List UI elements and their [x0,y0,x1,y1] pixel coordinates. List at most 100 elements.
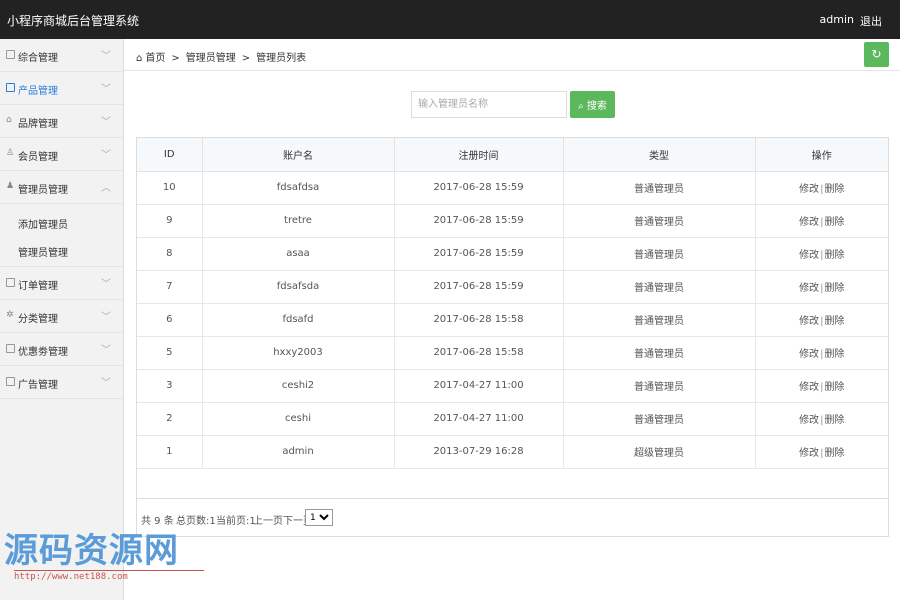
sidebar-item-coupons[interactable]: 优惠劵管理 ﹀ [0,333,123,366]
cog-icon: ✲ [6,310,14,320]
action-separator: | [820,217,824,228]
cell-name: admin [202,435,395,469]
image-icon [6,83,15,92]
cell-time: 2017-06-28 15:59 [394,270,564,304]
table-row: 2 ceshi 2017-04-27 11:00 普通管理员 修改|删除 [137,402,888,436]
sidebar: 综合管理 ﹀ 产品管理 ﹀ ⌂ 品牌管理 ﹀ ♙ 会员管理 ﹀ ♟ 管理员管理 … [0,39,124,600]
table-body: 10 fdsafdsa 2017-06-28 15:59 普通管理员 修改|删除 9 tre… [137,171,888,469]
column-header-type: 类型 [563,138,756,172]
shop-icon: ⌂ [6,115,12,125]
cell-time: 2017-06-28 15:58 [394,336,564,370]
breadcrumb-home[interactable]: 首页 [145,53,165,64]
table-row: 3 ceshi2 2017-04-27 11:00 普通管理员 修改|删除 [137,369,888,403]
ad-icon [6,377,15,386]
refresh-button[interactable]: ↻ [864,42,889,67]
edit-link[interactable]: 修改 [799,250,819,261]
cell-type: 普通管理员 [563,402,756,436]
cell-type: 普通管理员 [563,336,756,370]
search-button-label: 搜索 [586,101,607,112]
home-icon: ⌂ [136,53,143,64]
cell-actions: 修改|删除 [755,369,888,403]
pager-prev-next[interactable]: 上一页下一页 [253,512,313,527]
action-separator: | [820,283,824,294]
delete-link[interactable]: 删除 [824,349,844,360]
breadcrumb-level2: 管理员列表 [256,53,307,64]
pager-pages: 总页数:1 [176,516,216,527]
cell-id: 6 [137,303,203,337]
sidebar-item-general[interactable]: 综合管理 ﹀ [0,39,123,72]
edit-link[interactable]: 修改 [799,349,819,360]
delete-link[interactable]: 删除 [824,316,844,327]
chevron-down-icon: ﹀ [101,51,111,62]
sidebar-item-categories[interactable]: ✲ 分类管理 ﹀ [0,300,123,333]
cell-time: 2017-06-28 15:58 [394,303,564,337]
edit-link[interactable]: 修改 [799,217,819,228]
cell-actions: 修改|删除 [755,336,888,370]
sidebar-item-orders[interactable]: 订单管理 ﹀ [0,267,123,300]
sidebar-item-products[interactable]: 产品管理 ﹀ [0,72,123,105]
search-button[interactable]: ⌕ 搜索 [570,91,615,118]
delete-link[interactable]: 删除 [824,217,844,228]
sidebar-item-label: 广告管理 [18,380,58,391]
admin-user-icon: ♟ [6,181,15,191]
main-content: ⌂首页 > 管理员管理 > 管理员列表 ↻ ⌕ 搜索 ID 账户名 注册时间 类型 操作… [124,39,900,600]
sidebar-item-label: 订单管理 [18,281,58,292]
cell-time: 2017-04-27 11:00 [394,369,564,403]
watermark-logo: 源码资源网 [4,531,179,571]
pager-total: 共 9 条 [141,516,174,527]
column-header-time: 注册时间 [394,138,564,172]
edit-link[interactable]: 修改 [799,382,819,393]
edit-link[interactable]: 修改 [799,448,819,459]
breadcrumb: ⌂ 首页 > 管理员管理 > 管理员列表 [136,49,306,64]
sidebar-item-members[interactable]: ♙ 会员管理 ﹀ [0,138,123,171]
sidebar-subitem-admin-manage[interactable]: 管理员管理 [0,236,123,264]
cell-name: asaa [202,237,395,271]
chevron-down-icon: ﹀ [101,345,111,356]
logout-link[interactable]: 退出 [860,13,882,29]
action-separator: | [820,382,824,393]
table-row: 7 fdsafsda 2017-06-28 15:59 普通管理员 修改|删除 [137,270,888,304]
cell-id: 9 [137,204,203,238]
cell-time: 2017-06-28 15:59 [394,204,564,238]
sidebar-item-label: 会员管理 [18,152,58,163]
sidebar-subitem-label: 管理员管理 [18,248,68,259]
delete-link[interactable]: 删除 [824,250,844,261]
cell-id: 3 [137,369,203,403]
table-row: 8 asaa 2017-06-28 15:59 普通管理员 修改|删除 [137,237,888,271]
sidebar-item-admins[interactable]: ♟ 管理员管理 ︿ [0,171,123,204]
sidebar-item-brands[interactable]: ⌂ 品牌管理 ﹀ [0,105,123,138]
delete-link[interactable]: 删除 [824,415,844,426]
watermark-url: http://www.net188.com [14,570,204,582]
current-user[interactable]: admin [820,13,854,26]
chevron-down-icon: ﹀ [101,312,111,323]
page-select[interactable]: 1 [305,509,333,526]
refresh-icon: ↻ [871,47,882,61]
cell-type: 超级管理员 [563,435,756,469]
sidebar-item-label: 产品管理 [18,86,58,97]
breadcrumb-separator: > [171,53,180,64]
edit-link[interactable]: 修改 [799,415,819,426]
breadcrumb-level1[interactable]: 管理员管理 [186,53,236,64]
sidebar-subitem-add-admin[interactable]: 添加管理员 [0,208,123,236]
watermark: 源码资源网 http://www.net188.com [4,532,204,582]
search-input[interactable] [411,91,567,118]
edit-link[interactable]: 修改 [799,283,819,294]
edit-link[interactable]: 修改 [799,184,819,195]
sidebar-item-ads[interactable]: 广告管理 ﹀ [0,366,123,399]
action-separator: | [820,349,824,360]
edit-link[interactable]: 修改 [799,316,819,327]
delete-link[interactable]: 删除 [824,382,844,393]
delete-link[interactable]: 删除 [824,184,844,195]
sidebar-submenu: 添加管理员 管理员管理 [0,204,123,267]
table-row: 9 tretre 2017-06-28 15:59 普通管理员 修改|删除 [137,204,888,238]
table-row: 10 fdsafdsa 2017-06-28 15:59 普通管理员 修改|删除 [137,171,888,205]
action-separator: | [820,316,824,327]
action-separator: | [820,415,824,426]
delete-link[interactable]: 删除 [824,283,844,294]
cell-actions: 修改|删除 [755,270,888,304]
chevron-up-icon: ︿ [101,183,111,194]
cell-type: 普通管理员 [563,204,756,238]
cell-time: 2013-07-29 16:28 [394,435,564,469]
cell-type: 普通管理员 [563,270,756,304]
delete-link[interactable]: 删除 [824,448,844,459]
